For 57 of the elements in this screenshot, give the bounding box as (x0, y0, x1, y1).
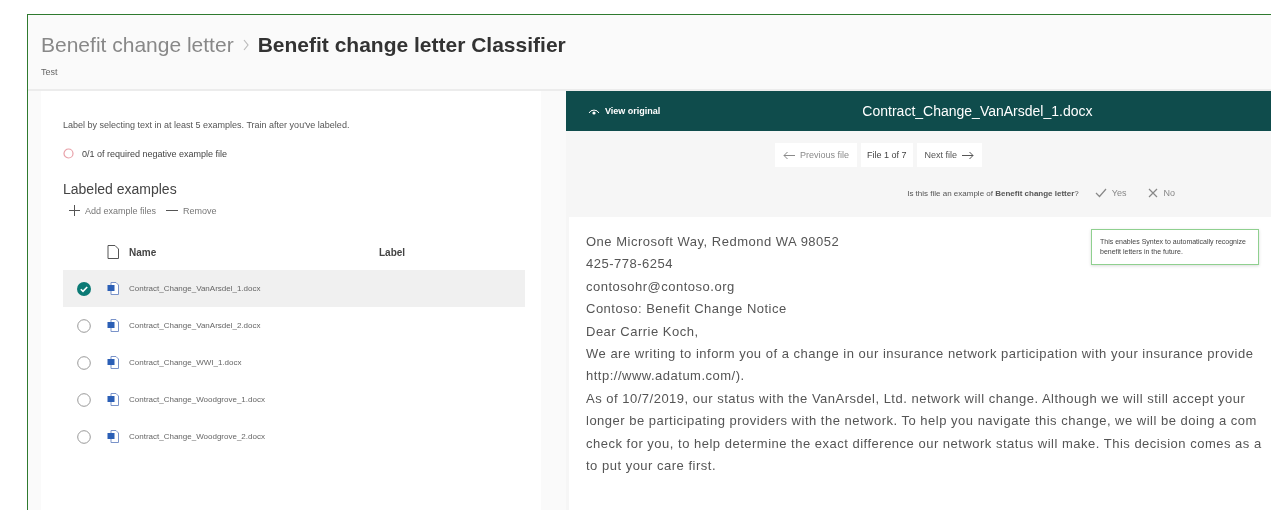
document-line: contosohr@contoso.org (586, 277, 735, 296)
file-name: Contract_Change_VanArsdel_1.docx (129, 284, 262, 293)
check-circle-icon[interactable] (77, 281, 91, 296)
radio-circle-icon[interactable] (77, 318, 91, 333)
document-line: We are writing to inform you of a change in our insurance network participation with your insurance provide (586, 345, 1254, 364)
document-line: As of 10/7/2019, our status with the VanArsdel, Ltd. network will change. Although we will still accept your (586, 389, 1246, 408)
table-row[interactable]: Contract_Change_Woodgrove_1.docx (63, 381, 525, 418)
document-line: longer be participating providers with the network. To help you navigate this change, we will be doing a com (586, 412, 1257, 431)
document-line: Contoso: Benefit Change Notice (586, 300, 787, 319)
add-files-button[interactable]: Add example files (69, 203, 157, 218)
file-title: Contract_Change_VanArsdel_1.docx (862, 103, 1093, 119)
word-document-icon (107, 393, 119, 406)
question-text: Is this file an example of Benefit change letter? (907, 188, 1079, 198)
column-header[interactable]: Name (129, 246, 379, 258)
document-line: 425-778-6254 (586, 255, 673, 274)
column-header[interactable]: Label (379, 246, 406, 258)
word-document-icon (107, 319, 119, 332)
yes-button[interactable]: Yes (1088, 187, 1133, 199)
close-icon (1148, 188, 1159, 198)
page-title: Benefit change letter Classifier (257, 33, 566, 57)
document-line: One Microsoft Way, Redmond WA 98052 (586, 233, 840, 251)
table-row[interactable]: Contract_Change_VanArsdel_1.docx (63, 270, 525, 307)
section-heading: Labeled examples (63, 181, 178, 197)
left-arrow-icon (782, 150, 795, 160)
right-arrow-icon (962, 150, 975, 160)
word-document-icon (107, 282, 119, 295)
next-file-button[interactable]: Next file (916, 143, 983, 167)
document-line: http://www.adatum.com/). (586, 367, 745, 386)
table-row[interactable]: Contract_Change_WWI_1.docx (63, 344, 525, 381)
table-row[interactable]: Contract_Change_VanArsdel_2.docx (63, 307, 525, 344)
plus-icon (69, 205, 80, 216)
chevron-icon (241, 39, 250, 51)
file-name: Contract_Change_VanArsdel_2.docx (129, 321, 262, 330)
file-name: Contract_Change_Woodgrove_2.docx (129, 432, 266, 441)
file-position: File 1 of 7 (861, 143, 913, 167)
radio-circle-icon[interactable] (77, 392, 91, 407)
radio-circle-icon[interactable] (77, 429, 91, 444)
radio-circle-icon[interactable] (77, 355, 91, 370)
eye-icon (588, 107, 600, 115)
no-button[interactable]: No (1142, 187, 1181, 199)
table-row[interactable]: Contract_Change_Woodgrove_2.docx (63, 418, 525, 455)
remove-button[interactable]: Remove (166, 203, 217, 218)
document-line: to put your care first. (586, 457, 716, 476)
instruction-text: Label by selecting text in at least 5 examples. Train after you've labeled. (63, 120, 351, 130)
warning-circle-icon (63, 148, 74, 159)
word-document-icon (107, 356, 119, 369)
file-name: Contract_Change_Woodgrove_1.docx (129, 395, 266, 404)
view-original-button[interactable]: View original (582, 105, 667, 117)
document-line: check for you, to help determine the exact difference our network status will make. This decision comes as a (586, 434, 1262, 453)
document-line: Dear Carrie Koch, (586, 322, 699, 341)
subtitle: Test (40, 66, 59, 77)
checkmark-icon (1094, 188, 1107, 198)
file-name: Contract_Change_WWI_1.docx (129, 358, 243, 367)
breadcrumb-link[interactable]: Benefit change letter (41, 33, 234, 57)
requirement-text: 0/1 of required negative example file (82, 148, 228, 159)
file-icon (107, 245, 119, 259)
word-document-icon (107, 430, 119, 443)
